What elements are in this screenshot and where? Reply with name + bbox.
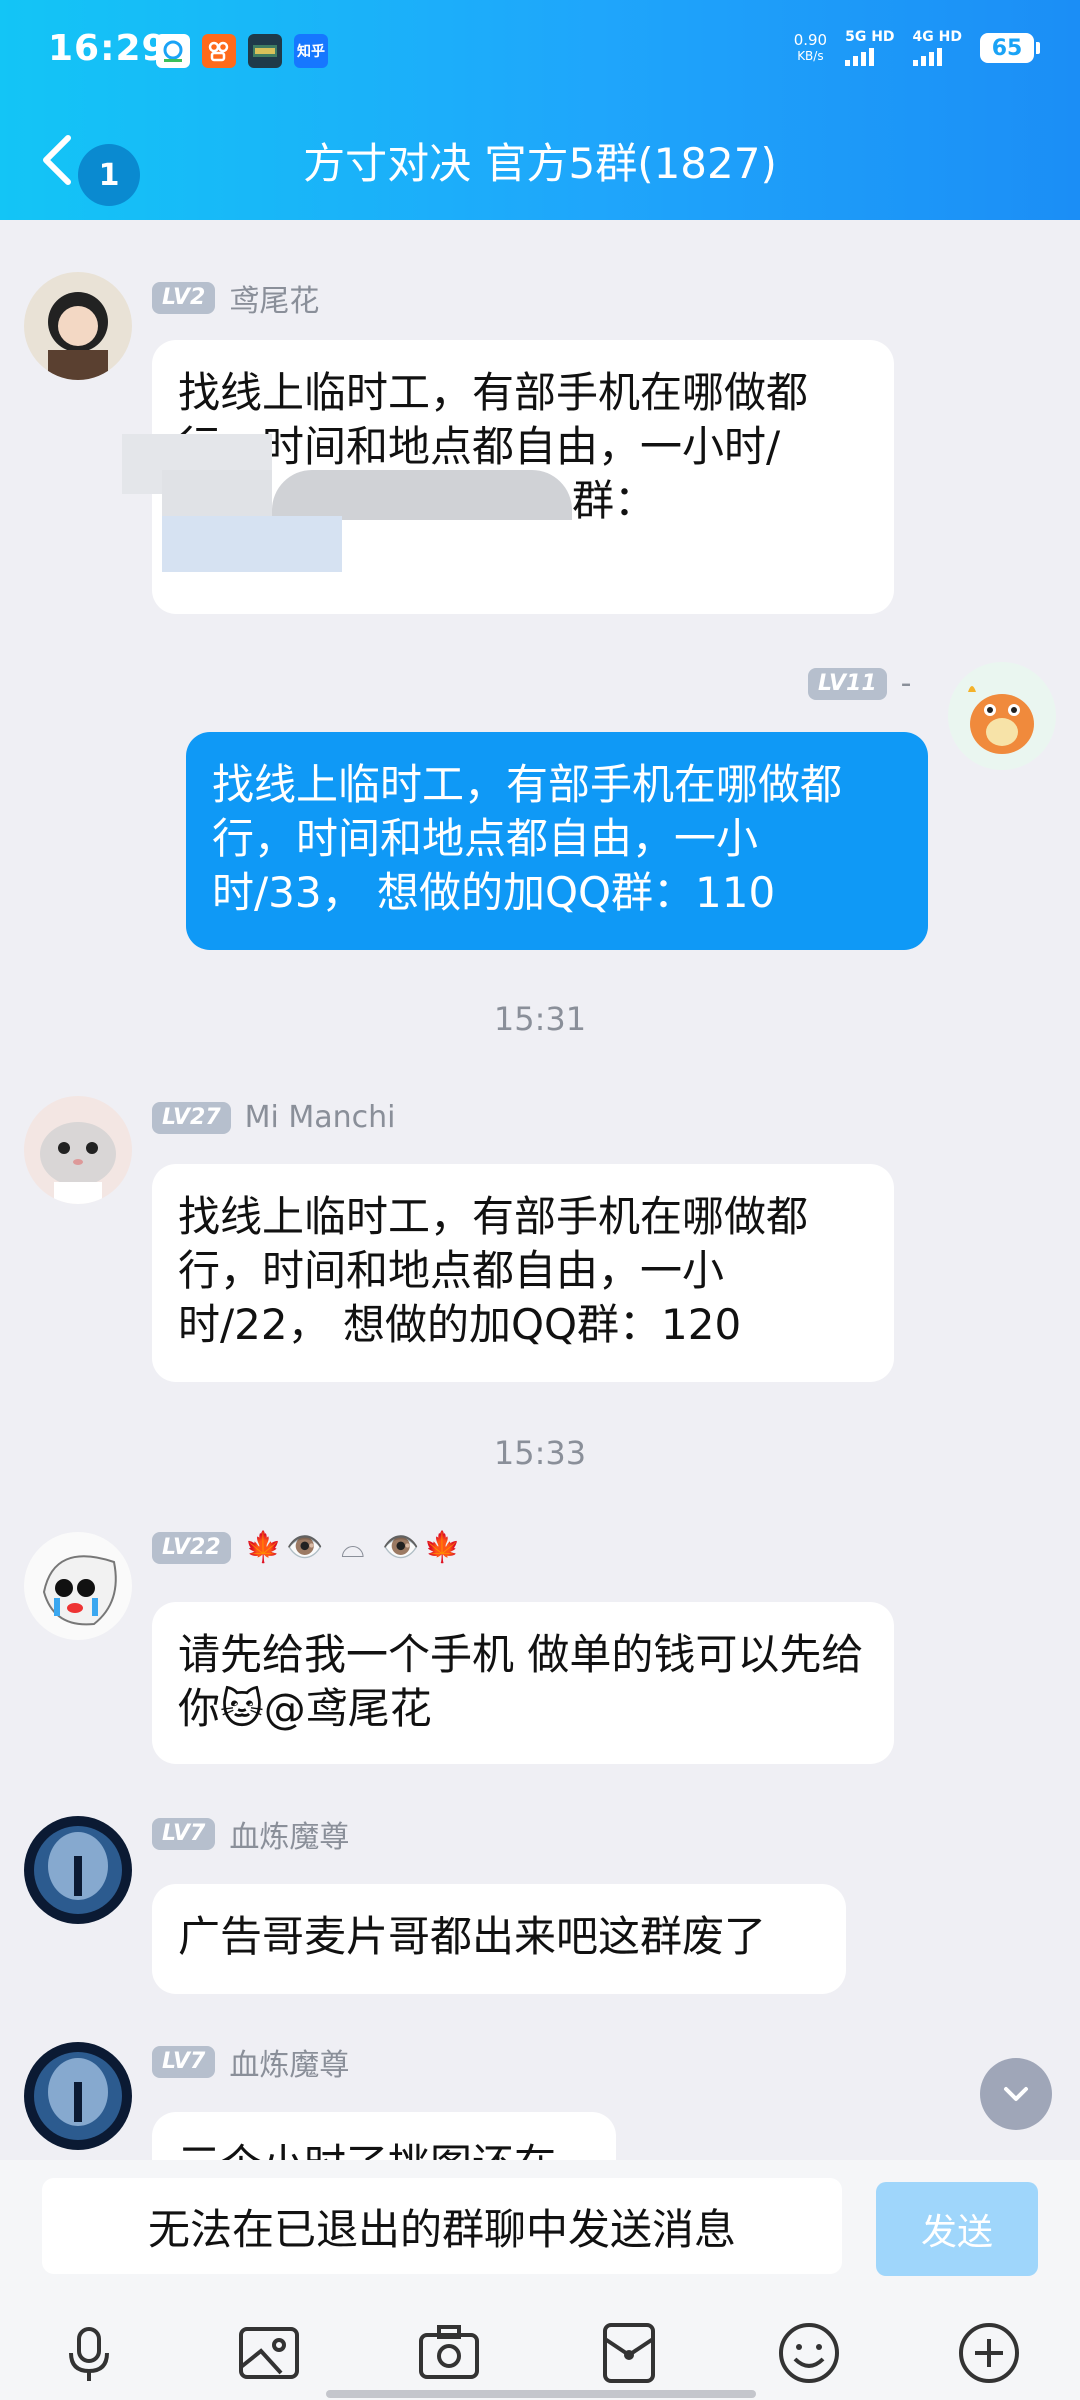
header: 16:29 知乎 0.90 KB/s 5G HD 4G HD 65 1 方寸对决…: [0, 0, 1080, 220]
message-list[interactable]: LV2 鸢尾花 找线上临时工，有部手机在哪做都行，时间和地点都自由，一小时/ 群…: [0, 220, 1080, 2160]
network-speed: 0.90 KB/s: [794, 32, 827, 64]
chevron-down-icon: [1004, 2087, 1028, 2101]
camera-icon[interactable]: [414, 2318, 484, 2388]
plus-icon[interactable]: [954, 2318, 1024, 2388]
message-input[interactable]: 无法在已退出的群聊中发送消息: [42, 2178, 842, 2274]
status-bar: 16:29 知乎 0.90 KB/s 5G HD 4G HD 65: [0, 0, 1080, 100]
game-icon: [248, 34, 282, 68]
zhihu-icon: 知乎: [294, 34, 328, 68]
sender-info: LV22 🍁👁️ ⌓ 👁️🍁: [152, 1530, 465, 1565]
avatar[interactable]: [24, 272, 132, 380]
message-text: 找线上临时工，有部手机在哪做都行，时间和地点都自由，一小时/: [178, 368, 809, 471]
message-bubble[interactable]: 找线上临时工，有部手机在哪做都行，时间和地点都自由，一小时/22， 想做的加QQ…: [152, 1164, 894, 1382]
sender-info: LV2 鸢尾花: [152, 276, 319, 320]
message-text: 找线上临时工，有部手机在哪做都行，时间和地点都自由，一小时/22， 想做的加QQ…: [178, 1192, 809, 1349]
notification-icons: 知乎: [156, 34, 328, 68]
signal-bars-icon: [912, 46, 942, 66]
status-time: 16:29: [48, 28, 168, 69]
message-bubble[interactable]: 找线上临时工，有部手机在哪做都行，时间和地点都自由，一小时/ 群：: [122, 340, 894, 614]
message-text: 广告哥麦片哥都出来吧这群废了: [178, 1912, 767, 1961]
nav-bar: 1 方寸对决 官方5群(1827): [0, 100, 1080, 220]
sender-name[interactable]: 血炼魔尊: [229, 1812, 349, 1856]
message-text: 找线上临时工，有部手机在哪做都行，时间和地点都自由，一小时/33， 想做的加QQ…: [212, 760, 843, 917]
sender-info: LV27 Mi Manchi: [152, 1100, 396, 1135]
net-speed-unit: KB/s: [797, 49, 824, 63]
message-text: 请先给我一个手机 做单的钱可以先给你🐱@鸢尾花: [178, 1630, 864, 1733]
kuaishou-icon: [202, 34, 236, 68]
input-area: 无法在已退出的群聊中发送消息 发送: [0, 2160, 1080, 2400]
level-badge: LV2: [152, 282, 216, 314]
sender-name[interactable]: Mi Manchi: [245, 1100, 396, 1135]
signal-5g: 5G HD: [845, 29, 895, 66]
sender-name[interactable]: -: [901, 666, 912, 701]
level-badge: LV27: [152, 1101, 231, 1134]
emoji-icon[interactable]: [774, 2318, 844, 2388]
signal-4g: 4G HD: [912, 29, 962, 66]
message-bubble[interactable]: 广告哥麦片哥都出来吧这群废了: [152, 1884, 846, 1994]
avatar[interactable]: [948, 662, 1056, 770]
app-store-icon: [156, 34, 190, 68]
red-packet-icon[interactable]: [594, 2318, 664, 2388]
level-badge: LV22: [152, 1531, 231, 1564]
sender-info: LV7 血炼魔尊: [152, 1812, 349, 1856]
level-badge: LV11: [808, 667, 887, 700]
message-bubble[interactable]: 找线上临时工，有部手机在哪做都行，时间和地点都自由，一小时/33， 想做的加QQ…: [186, 732, 928, 950]
sender-info: LV7 血炼魔尊: [152, 2040, 349, 2084]
sender-name[interactable]: 🍁👁️ ⌓ 👁️🍁: [245, 1530, 465, 1565]
avatar[interactable]: [24, 1096, 132, 1204]
send-button[interactable]: 发送: [876, 2182, 1038, 2276]
avatar[interactable]: [24, 2042, 132, 2150]
message-bubble[interactable]: 三个小时了挑图还在: [152, 2112, 616, 2160]
message-bubble[interactable]: 请先给我一个手机 做单的钱可以先给你🐱@鸢尾花: [152, 1602, 894, 1764]
blurred-region: [162, 516, 342, 572]
sender-info: LV11 -: [808, 666, 911, 701]
avatar[interactable]: [24, 1816, 132, 1924]
scroll-to-bottom-button[interactable]: [980, 2058, 1052, 2130]
image-icon[interactable]: [234, 2318, 304, 2388]
message-text: 三个小时了挑图还在: [178, 2138, 590, 2160]
microphone-icon[interactable]: [54, 2318, 124, 2388]
signal-5g-label: 5G HD: [845, 29, 895, 45]
message-text-tail: 群：: [572, 476, 657, 525]
level-badge: LV7: [152, 1818, 216, 1850]
signal-bars-icon: [845, 46, 875, 66]
sender-name[interactable]: 鸢尾花: [229, 276, 319, 320]
chat-title[interactable]: 方寸对决 官方5群(1827): [0, 130, 1080, 191]
avatar[interactable]: [24, 1532, 132, 1640]
timestamp-separator: 15:31: [493, 1000, 587, 1038]
input-toolbar: [0, 2318, 1080, 2388]
home-indicator[interactable]: [326, 2390, 756, 2398]
net-speed-value: 0.90: [793, 31, 828, 49]
signal-4g-label: 4G HD: [912, 29, 962, 45]
status-indicators: 0.90 KB/s 5G HD 4G HD 65: [794, 29, 1040, 66]
level-badge: LV7: [152, 2046, 216, 2078]
blurred-region: [162, 470, 272, 516]
battery-icon: 65: [980, 33, 1040, 63]
timestamp-separator: 15:33: [493, 1434, 587, 1472]
blurred-region: [272, 470, 572, 520]
sender-name[interactable]: 血炼魔尊: [229, 2040, 349, 2084]
